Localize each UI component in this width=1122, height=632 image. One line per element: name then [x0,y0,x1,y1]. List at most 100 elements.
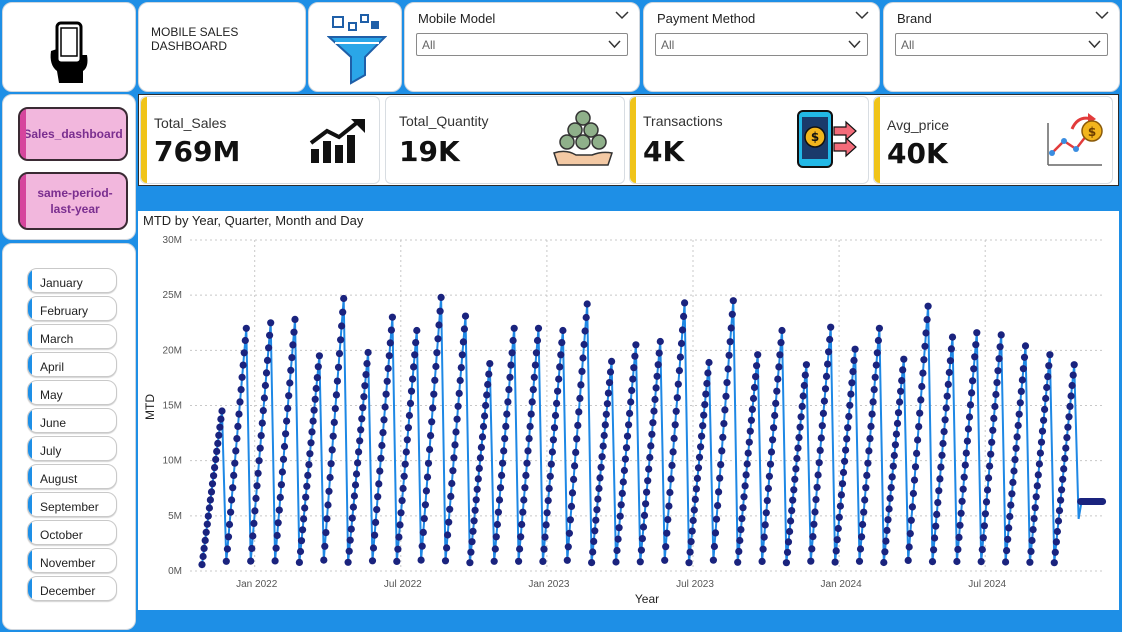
data-point [1015,410,1023,418]
month-button-february[interactable]: February [27,296,117,321]
data-point [834,524,842,533]
data-point [582,313,590,322]
data-point [551,411,560,420]
data-point [819,409,828,417]
kpi-value: 769M [154,135,241,168]
data-point [1005,524,1013,532]
data-point [1050,559,1058,567]
data-point [881,548,889,556]
slicer-payment-method[interactable]: Payment Method All [643,2,880,92]
data-point [983,486,992,494]
month-button-december[interactable]: December [27,576,117,601]
data-point [334,363,343,371]
data-point [782,559,791,567]
data-point [784,538,793,546]
data-point [520,496,528,504]
data-point [1069,371,1077,379]
data-point [468,538,476,546]
slicer-brand[interactable]: Brand All [883,2,1120,92]
data-point [397,509,405,517]
same-period-last-year-button[interactable]: same-period-last-year [18,172,128,230]
data-point [493,520,501,529]
data-point [1010,467,1018,475]
data-point [1042,394,1050,403]
data-point [362,371,370,379]
data-point [740,493,748,501]
brand-dropdown[interactable]: All [895,33,1108,56]
data-point [812,496,820,504]
data-point [604,389,612,397]
data-point [930,546,938,554]
data-point [695,453,704,461]
data-point [741,482,749,490]
data-point [896,398,904,406]
data-point [450,454,458,462]
month-button-october[interactable]: October [27,520,117,545]
data-point [250,519,258,527]
data-point [664,516,672,524]
data-point [541,533,549,541]
month-button-august[interactable]: August [27,464,117,489]
rising-bar-chart-icon [309,119,365,163]
data-point [832,547,840,555]
payment-method-dropdown[interactable]: All [655,33,868,56]
data-point [575,408,583,416]
x-tick-label: Jan 2022 [236,579,278,590]
data-point [874,336,883,345]
data-point [547,460,555,468]
month-button-november[interactable]: November [27,548,117,573]
data-point [427,432,435,440]
chevron-down-icon[interactable] [615,9,629,21]
chevron-down-icon[interactable] [855,9,869,21]
mobile-model-dropdown[interactable]: All [416,33,628,56]
kpi-avg-price: Avg_price 40K $ [873,96,1113,184]
data-point [486,360,494,368]
data-point [661,556,669,564]
data-point [811,508,819,516]
data-point [739,504,747,512]
data-point [598,453,606,461]
data-point [970,365,978,373]
data-point [252,494,260,502]
data-point [1051,548,1059,556]
data-point [776,351,784,359]
data-point [258,419,266,427]
month-button-january[interactable]: January [27,268,117,293]
month-button-april[interactable]: April [27,352,117,377]
data-point [985,474,993,482]
data-point [807,557,815,565]
data-point [251,507,259,515]
month-button-march[interactable]: March [27,324,117,349]
data-point [978,546,986,554]
data-point [858,533,866,541]
data-point [699,422,707,430]
month-slicer: January February March April May June July Augu… [2,243,136,630]
data-point [378,441,386,450]
data-point [1040,416,1048,424]
data-point [338,322,346,330]
chevron-down-icon[interactable] [1095,9,1109,21]
month-button-september[interactable]: September [27,492,117,517]
data-point [861,496,869,504]
data-point [685,559,693,567]
kpi-value: 40K [887,137,948,170]
sales-dashboard-button[interactable]: Sales_dashboard [18,107,128,161]
data-point [988,438,996,446]
data-point [842,446,850,454]
month-button-june[interactable]: June [27,408,117,433]
data-point [640,511,649,519]
month-button-may[interactable]: May [27,380,117,405]
data-point [888,473,896,481]
data-point [313,374,321,382]
data-point [889,462,897,470]
data-point [944,380,952,388]
data-point [1059,475,1067,483]
data-point [472,496,480,504]
data-point [933,510,941,518]
data-point [613,546,621,555]
data-point [954,545,962,553]
data-point [704,369,712,377]
data-point [461,312,470,320]
slicer-mobile-model[interactable]: Mobile Model All [404,2,640,92]
month-button-july[interactable]: July [27,436,117,461]
